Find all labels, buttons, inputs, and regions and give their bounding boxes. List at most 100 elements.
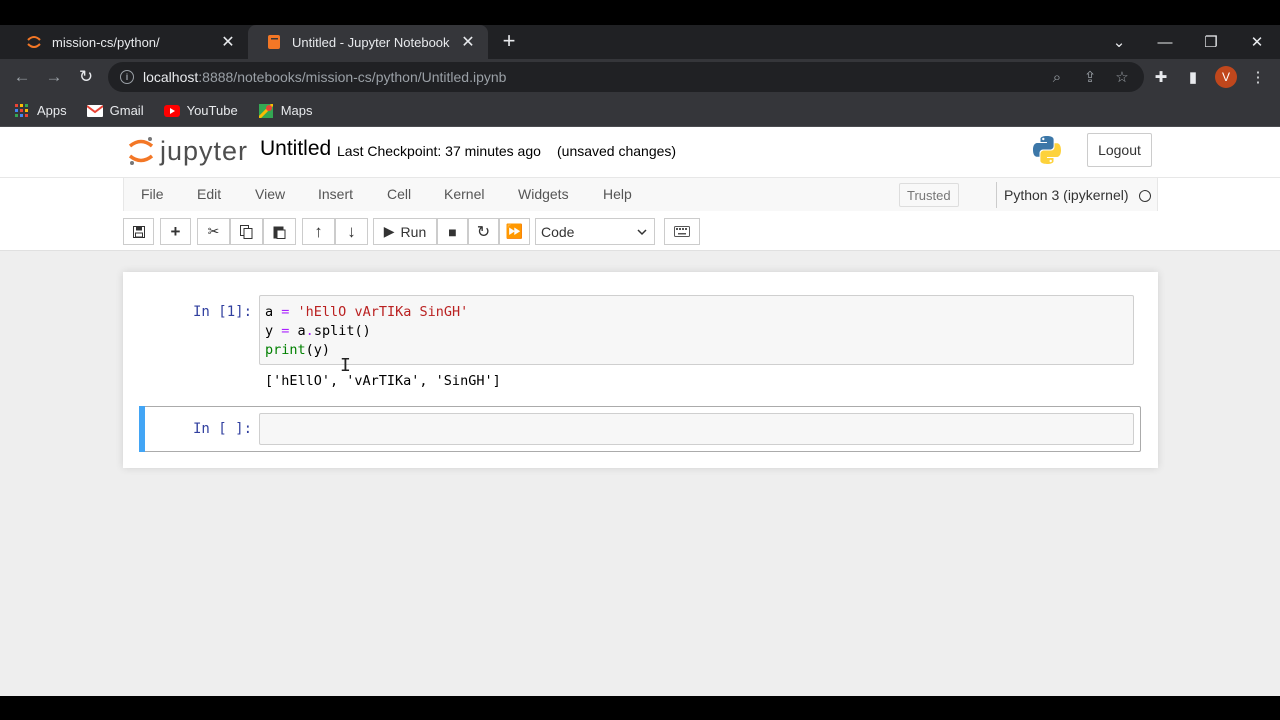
menu-kernel[interactable]: Kernel (444, 186, 484, 202)
profile-avatar[interactable]: V (1215, 66, 1237, 88)
gmail-icon (86, 103, 103, 119)
copy-icon (240, 224, 253, 239)
jupyter-logo[interactable]: jupyter (128, 135, 248, 167)
site-info-icon[interactable]: i (120, 70, 134, 84)
youtube-icon (163, 103, 180, 119)
bookmark-gmail[interactable]: Gmail (86, 103, 144, 119)
logout-button[interactable]: Logout (1087, 133, 1152, 167)
address-bar[interactable]: i localhost:8888/notebooks/mission-cs/py… (108, 62, 1144, 92)
zoom-icon[interactable]: ⌕ (1047, 67, 1067, 87)
notebook-name[interactable]: Untitled (260, 137, 331, 161)
close-icon[interactable]: ✕ (458, 32, 478, 52)
bottom-letterbox (0, 696, 1280, 720)
kernel-name: Python 3 (ipykernel) (996, 182, 1129, 208)
side-panel-icon[interactable]: ▮ (1183, 67, 1203, 87)
menu-edit[interactable]: Edit (197, 186, 221, 202)
move-up-button[interactable]: ↑ (302, 218, 335, 245)
notebook-favicon-icon (266, 34, 282, 50)
cell-output: ['hEllO', 'vArTIKa', 'SinGH'] (265, 373, 501, 389)
run-button[interactable]: ▶ Run (373, 218, 437, 245)
close-icon[interactable]: ✕ (218, 32, 238, 52)
trusted-badge[interactable]: Trusted (899, 183, 959, 207)
tab-title: mission-cs/python/ (52, 34, 160, 50)
restart-button[interactable]: ↻ (468, 218, 499, 245)
cell-type-value: Code (541, 223, 575, 240)
back-icon[interactable]: ← (10, 65, 34, 89)
code-line: y = a.split() (265, 323, 371, 339)
cell-type-select[interactable]: Code (535, 218, 655, 245)
tab-strip: mission-cs/python/ ✕ Untitled - Jupyter … (0, 25, 1280, 59)
bookmark-label: Apps (37, 103, 67, 118)
menu-file[interactable]: File (141, 186, 164, 202)
checkpoint-status: Last Checkpoint: 37 minutes ago (337, 143, 541, 159)
copy-button[interactable] (230, 218, 263, 245)
bookmark-maps[interactable]: Maps (258, 103, 313, 119)
notebook-container: In [1]: a = 'hEllO vArTIKa SinGH' y = a.… (123, 272, 1158, 468)
bookmarks-bar: Apps Gmail YouTube Maps (0, 95, 1280, 127)
scissors-icon: ✂ (207, 223, 220, 239)
restart-run-all-button[interactable]: ⏩ (499, 218, 530, 245)
move-down-button[interactable]: ↓ (335, 218, 368, 245)
menu-help[interactable]: Help (603, 186, 632, 202)
code-cell-input[interactable] (259, 413, 1134, 445)
code-cell-input[interactable]: a = 'hEllO vArTIKa SinGH' y = a.split() … (259, 295, 1134, 365)
paste-icon (273, 226, 286, 239)
save-button[interactable] (123, 218, 154, 245)
new-tab-icon[interactable]: + (498, 30, 520, 53)
bookmark-youtube[interactable]: YouTube (163, 103, 238, 119)
cut-button[interactable]: ✂ (197, 218, 230, 245)
browser-window: mission-cs/python/ ✕ Untitled - Jupyter … (0, 25, 1280, 696)
tab-title: Untitled - Jupyter Notebook (292, 34, 450, 50)
python-logo-icon (1031, 134, 1063, 171)
share-icon[interactable]: ⇪ (1080, 67, 1100, 87)
text-cursor-icon: I (340, 355, 351, 376)
more-menu-icon[interactable]: ⋮ (1248, 67, 1268, 87)
url-host: localhost (143, 69, 199, 85)
play-icon: ▶ (383, 223, 395, 239)
interrupt-button[interactable]: ■ (437, 218, 468, 245)
stop-icon: ■ (448, 223, 457, 240)
input-prompt: In [1]: (193, 304, 253, 320)
menu-cell[interactable]: Cell (387, 186, 411, 202)
reload-icon[interactable]: ↻ (74, 65, 98, 89)
notebook-toolbar: + ✂ ↑ ↓ ▶ Run ■ ↻ ⏩ Code (0, 211, 1280, 251)
window-close-icon[interactable]: ✕ (1234, 25, 1280, 59)
command-palette-button[interactable] (664, 218, 700, 245)
chevron-down-icon (636, 225, 648, 241)
paste-button[interactable] (263, 218, 296, 245)
arrow-up-icon: ↑ (314, 221, 323, 241)
extensions-icon[interactable]: ✚ (1151, 67, 1171, 87)
menu-view[interactable]: View (255, 186, 285, 202)
input-prompt: In [ ]: (193, 421, 253, 437)
maps-icon (258, 103, 274, 119)
bookmark-star-icon[interactable]: ☆ (1112, 67, 1132, 87)
menubar: File Edit View Insert Cell Kernel Widget… (0, 177, 1280, 212)
arrow-down-icon: ↓ (347, 221, 356, 241)
menu-widgets[interactable]: Widgets (518, 186, 569, 202)
tab-search-chevron-icon[interactable]: ⌄ (1096, 25, 1142, 59)
forward-icon[interactable]: → (42, 65, 66, 89)
plus-icon: + (170, 221, 181, 241)
restore-icon[interactable]: ❐ (1188, 25, 1234, 59)
save-icon (132, 225, 145, 238)
bookmark-label: Maps (280, 103, 313, 118)
autosave-status: (unsaved changes) (557, 143, 677, 159)
menu-insert[interactable]: Insert (318, 186, 353, 202)
fast-forward-icon: ⏩ (505, 223, 524, 239)
bookmark-label: YouTube (186, 103, 238, 118)
menubar-container: File Edit View Insert Cell Kernel Widget… (123, 178, 1158, 212)
code-line: a = 'hEllO vArTIKa SinGH' (265, 304, 469, 320)
selected-cell-indicator (139, 406, 145, 452)
tab-untitled-notebook[interactable]: Untitled - Jupyter Notebook ✕ (248, 25, 488, 59)
run-label: Run (400, 223, 427, 240)
tab-mission-cs[interactable]: mission-cs/python/ ✕ (8, 25, 248, 59)
apps-grid-icon (14, 103, 30, 119)
kernel-idle-indicator-icon (1139, 190, 1151, 202)
browser-toolbar: ← → ↻ i localhost:8888/notebooks/mission… (0, 59, 1280, 95)
minimize-icon[interactable]: — (1142, 25, 1188, 59)
restart-icon: ↻ (476, 223, 491, 241)
insert-cell-button[interactable]: + (160, 218, 191, 245)
jupyter-logo-icon (128, 137, 154, 165)
jupyter-favicon-icon (26, 34, 42, 50)
bookmark-apps[interactable]: Apps (14, 103, 67, 119)
